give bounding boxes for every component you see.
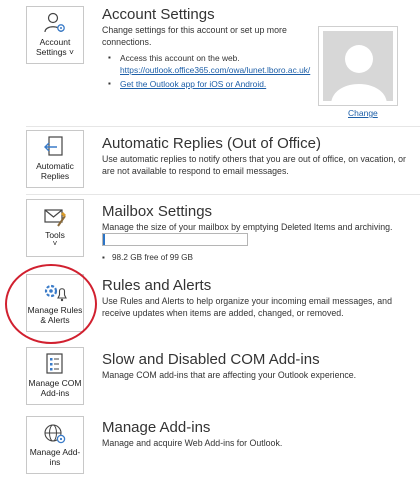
com-addins-icon [43,352,67,376]
chevron-down-icon: ˅ [52,239,58,248]
manage-com-addins-button[interactable]: Manage COM Add-ins [26,347,84,405]
outlook-app-link[interactable]: Get the Outlook app for iOS or Android. [120,79,266,89]
manage-addins-label: Manage Add-ins [29,447,81,467]
automatic-replies-icon [43,135,67,159]
rules-alerts-section: Rules and Alerts Use Rules and Alerts to… [102,277,414,319]
automatic-replies-label: Automatic Replies [36,161,74,181]
owa-link[interactable]: https://outlook.office365.com/owa/lunet.… [120,65,310,75]
tools-button[interactable]: Tools ˅ [26,199,84,257]
automatic-replies-section: Automatic Replies (Out of Office) Use au… [102,135,414,177]
account-settings-description: Change settings for this account or set … [102,25,287,47]
divider [26,126,420,127]
rules-alerts-description: Use Rules and Alerts to help organize yo… [102,296,392,318]
mailbox-usage-bar [102,233,248,246]
manage-rules-alerts-button[interactable]: Manage Rules & Alerts [26,274,84,332]
automatic-replies-button[interactable]: Automatic Replies [26,130,84,188]
addins-title: Manage Add-ins [102,419,211,436]
com-addins-title: Slow and Disabled COM Add-ins [102,351,320,368]
rules-alerts-title: Rules and Alerts [102,277,212,294]
person-placeholder-icon [331,45,387,101]
manage-com-addins-label: Manage COM Add-ins [28,378,82,398]
com-addins-description: Manage COM add-ins that are affecting yo… [102,370,357,380]
mailbox-settings-description: Manage the size of your mailbox by empty… [102,222,393,232]
addins-section: Manage Add-ins Manage and acquire Web Ad… [102,419,414,450]
account-settings-label: Account Settings ˅ [35,37,75,57]
mailbox-usage-fill [103,234,106,245]
tools-icon [43,204,67,228]
account-settings-icon [43,11,67,35]
mailbox-settings-title: Mailbox Settings [102,203,213,220]
com-addins-section: Slow and Disabled COM Add-ins Manage COM… [102,351,414,382]
change-photo-link[interactable]: Change [348,108,378,118]
addins-description: Manage and acquire Web Add-ins for Outlo… [102,438,283,448]
profile-photo [318,26,398,106]
mailbox-settings-section: Mailbox Settings Manage the size of your… [102,203,414,234]
manage-rules-alerts-label: Manage Rules & Alerts [27,305,83,325]
addins-icon [43,421,67,445]
account-settings-title: Account Settings [102,6,215,23]
access-web-text: Access this account on the web. [120,53,240,63]
automatic-replies-description: Use automatic replies to notify others t… [102,154,406,176]
manage-addins-button[interactable]: Manage Add-ins [26,416,84,474]
storage-free-text: 98.2 GB free of 99 GB [102,253,193,262]
automatic-replies-title: Automatic Replies (Out of Office) [102,135,321,152]
rules-alerts-icon [42,279,68,303]
account-settings-button[interactable]: Account Settings ˅ [26,6,84,64]
divider [26,194,420,195]
